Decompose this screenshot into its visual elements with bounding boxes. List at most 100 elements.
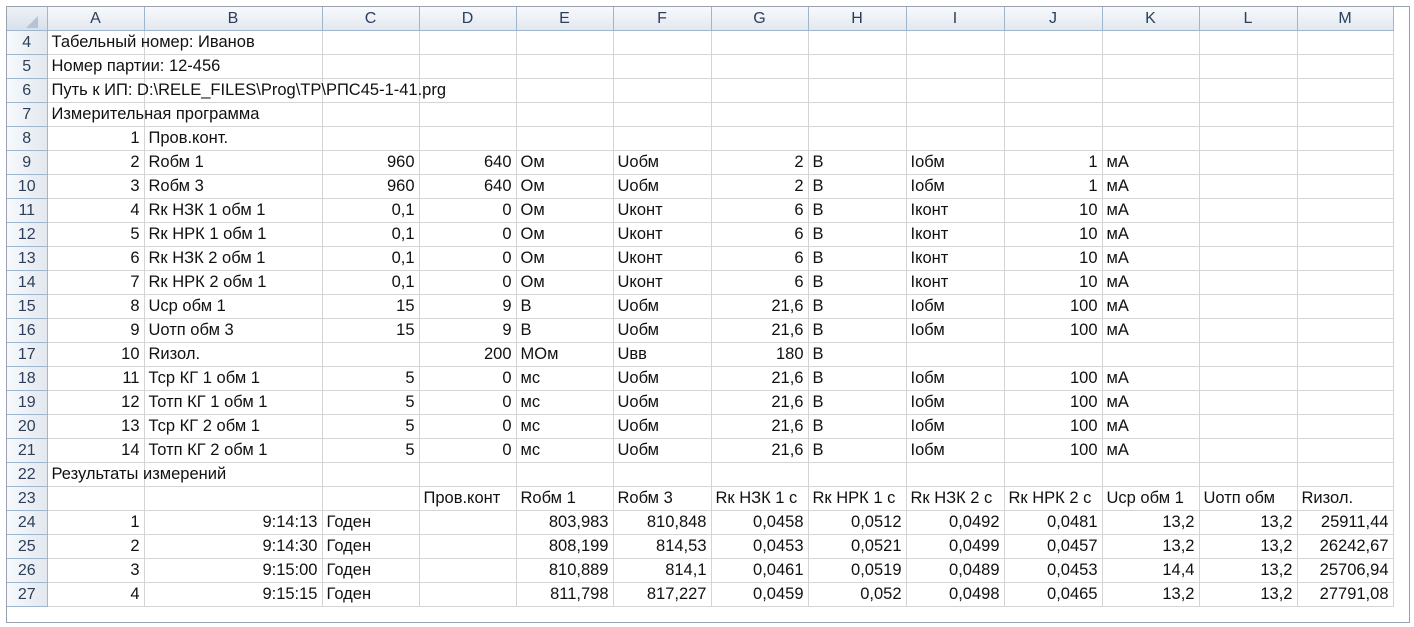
cell-k24[interactable]: 13,2 bbox=[1102, 510, 1200, 535]
cell-e24[interactable]: 803,983 bbox=[516, 510, 614, 535]
cell-h12[interactable]: В bbox=[808, 222, 907, 247]
cell-f23[interactable]: Rобм 3 bbox=[613, 486, 712, 511]
cell-a18[interactable]: 11 bbox=[47, 366, 145, 391]
cell-l27[interactable]: 13,2 bbox=[1199, 582, 1298, 607]
cell-e7[interactable] bbox=[516, 102, 614, 127]
column-header-i[interactable]: I bbox=[906, 7, 1005, 31]
cell-l11[interactable] bbox=[1199, 198, 1298, 223]
cell-a11[interactable]: 4 bbox=[47, 198, 145, 223]
cell-i12[interactable]: Iконт bbox=[906, 222, 1005, 247]
cell-i11[interactable]: Iконт bbox=[906, 198, 1005, 223]
cell-e27[interactable]: 811,798 bbox=[516, 582, 614, 607]
cell-e14[interactable]: Ом bbox=[516, 270, 614, 295]
cell-m8[interactable] bbox=[1297, 126, 1394, 151]
cell-e23[interactable]: Rобм 1 bbox=[516, 486, 614, 511]
cell-g12[interactable]: 6 bbox=[711, 222, 809, 247]
row-header[interactable]: 7 bbox=[7, 102, 48, 127]
row-header[interactable]: 14 bbox=[7, 270, 48, 295]
cell-h13[interactable]: В bbox=[808, 246, 907, 271]
cell-a6[interactable]: Путь к ИП: D:\RELE_FILES\Prog\TP\РПС45-1… bbox=[47, 78, 446, 103]
cell-h26[interactable]: 0,0519 bbox=[808, 558, 907, 583]
cell-c21[interactable]: 5 bbox=[322, 438, 420, 463]
cell-g23[interactable]: Rк НЗК 1 с bbox=[711, 486, 809, 511]
cell-d5[interactable] bbox=[419, 54, 517, 79]
cell-k10[interactable]: мА bbox=[1102, 174, 1200, 199]
cell-g19[interactable]: 21,6 bbox=[711, 390, 809, 415]
cell-i4[interactable] bbox=[906, 30, 1005, 55]
cell-h15[interactable]: В bbox=[808, 294, 907, 319]
cell-g21[interactable]: 21,6 bbox=[711, 438, 809, 463]
cell-f13[interactable]: Uконт bbox=[613, 246, 712, 271]
cell-i15[interactable]: Iобм bbox=[906, 294, 1005, 319]
cell-j4[interactable] bbox=[1004, 30, 1103, 55]
cell-h19[interactable]: В bbox=[808, 390, 907, 415]
cell-a13[interactable]: 6 bbox=[47, 246, 145, 271]
cell-a23[interactable] bbox=[47, 486, 145, 511]
cell-c19[interactable]: 5 bbox=[322, 390, 420, 415]
cell-d14[interactable]: 0 bbox=[419, 270, 517, 295]
column-header-a[interactable]: A bbox=[47, 7, 145, 31]
cell-m14[interactable] bbox=[1297, 270, 1394, 295]
cell-a15[interactable]: 8 bbox=[47, 294, 145, 319]
cell-h24[interactable]: 0,0512 bbox=[808, 510, 907, 535]
cell-i25[interactable]: 0,0499 bbox=[906, 534, 1005, 559]
cell-d7[interactable] bbox=[419, 102, 517, 127]
cell-f4[interactable] bbox=[613, 30, 712, 55]
cell-d11[interactable]: 0 bbox=[419, 198, 517, 223]
row-header[interactable]: 13 bbox=[7, 246, 48, 271]
cell-c9[interactable]: 960 bbox=[322, 150, 420, 175]
cell-h20[interactable]: В bbox=[808, 414, 907, 439]
cell-j11[interactable]: 10 bbox=[1004, 198, 1103, 223]
cell-e18[interactable]: мс bbox=[516, 366, 614, 391]
cell-d10[interactable]: 640 bbox=[419, 174, 517, 199]
cell-a7[interactable]: Измерительная программа bbox=[47, 102, 259, 127]
cell-e13[interactable]: Ом bbox=[516, 246, 614, 271]
cell-h14[interactable]: В bbox=[808, 270, 907, 295]
cell-k19[interactable]: мА bbox=[1102, 390, 1200, 415]
cell-i22[interactable] bbox=[906, 462, 1005, 487]
cell-j24[interactable]: 0,0481 bbox=[1004, 510, 1103, 535]
cell-c24[interactable]: Годен bbox=[322, 510, 420, 535]
row-header[interactable]: 9 bbox=[7, 150, 48, 175]
cell-k18[interactable]: мА bbox=[1102, 366, 1200, 391]
column-header-f[interactable]: F bbox=[613, 7, 712, 31]
cell-b15[interactable]: Uср обм 1 bbox=[144, 294, 323, 319]
cell-a8[interactable]: 1 bbox=[47, 126, 145, 151]
cell-f8[interactable] bbox=[613, 126, 712, 151]
column-header-e[interactable]: E bbox=[516, 7, 614, 31]
cell-k27[interactable]: 13,2 bbox=[1102, 582, 1200, 607]
row-header[interactable]: 19 bbox=[7, 390, 48, 415]
column-header-b[interactable]: B bbox=[144, 7, 323, 31]
cell-j9[interactable]: 1 bbox=[1004, 150, 1103, 175]
cell-k26[interactable]: 14,4 bbox=[1102, 558, 1200, 583]
cell-i16[interactable]: Iобм bbox=[906, 318, 1005, 343]
select-all-corner[interactable] bbox=[7, 7, 48, 31]
cell-m23[interactable]: Rизол. bbox=[1297, 486, 1394, 511]
cell-c4[interactable] bbox=[322, 30, 420, 55]
cell-b16[interactable]: Uотп обм 3 bbox=[144, 318, 323, 343]
cell-k12[interactable]: мА bbox=[1102, 222, 1200, 247]
cell-g4[interactable] bbox=[711, 30, 809, 55]
cell-d13[interactable]: 0 bbox=[419, 246, 517, 271]
cell-h23[interactable]: Rк НРК 1 с bbox=[808, 486, 907, 511]
cell-c25[interactable]: Годен bbox=[322, 534, 420, 559]
cell-j20[interactable]: 100 bbox=[1004, 414, 1103, 439]
cell-d24[interactable] bbox=[419, 510, 517, 535]
column-header-h[interactable]: H bbox=[808, 7, 907, 31]
cell-f16[interactable]: Uобм bbox=[613, 318, 712, 343]
cell-l13[interactable] bbox=[1199, 246, 1298, 271]
cell-j18[interactable]: 100 bbox=[1004, 366, 1103, 391]
cell-j5[interactable] bbox=[1004, 54, 1103, 79]
row-header[interactable]: 21 bbox=[7, 438, 48, 463]
cell-k4[interactable] bbox=[1102, 30, 1200, 55]
cell-g13[interactable]: 6 bbox=[711, 246, 809, 271]
cell-i27[interactable]: 0,0498 bbox=[906, 582, 1005, 607]
cell-a22[interactable]: Результаты измерений bbox=[47, 462, 226, 487]
cell-h22[interactable] bbox=[808, 462, 907, 487]
cell-i23[interactable]: Rк НЗК 2 с bbox=[906, 486, 1005, 511]
cell-g16[interactable]: 21,6 bbox=[711, 318, 809, 343]
cell-m16[interactable] bbox=[1297, 318, 1394, 343]
cell-d23[interactable]: Пров.конт bbox=[419, 486, 517, 511]
row-header[interactable]: 26 bbox=[7, 558, 48, 583]
cell-m15[interactable] bbox=[1297, 294, 1394, 319]
